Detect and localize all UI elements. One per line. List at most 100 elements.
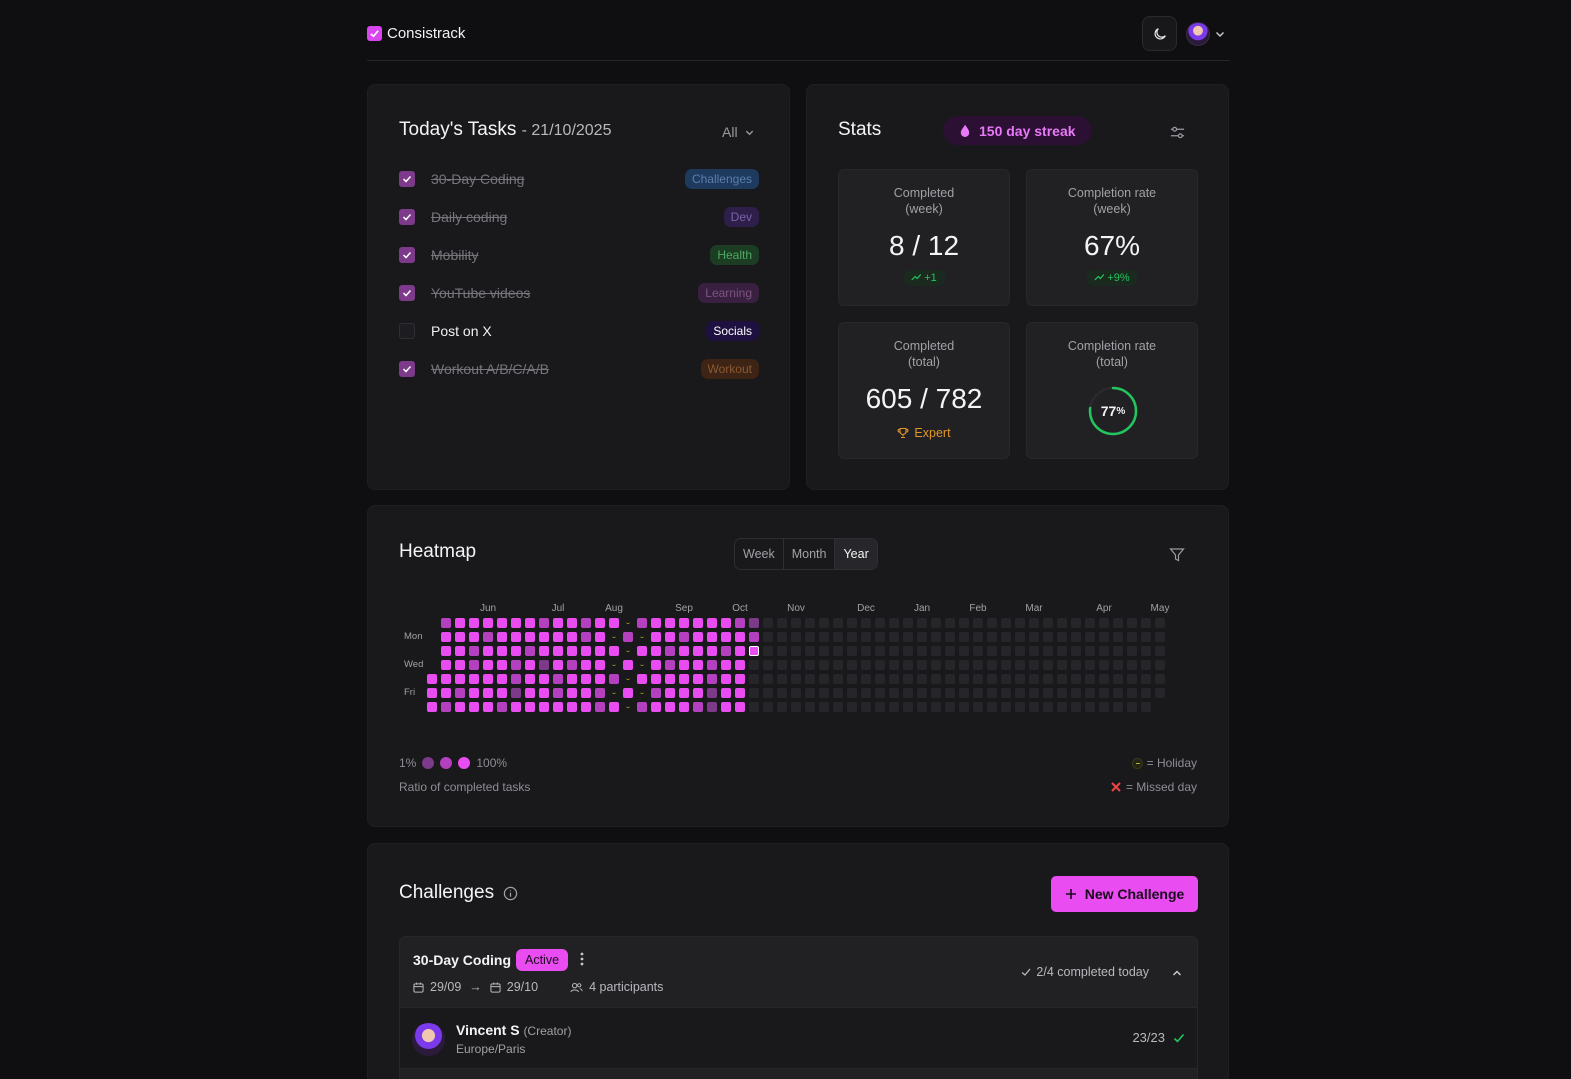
heatmap-day[interactable] (791, 674, 801, 684)
heatmap-day[interactable] (665, 632, 675, 642)
heatmap-day[interactable] (987, 688, 997, 698)
heatmap-day[interactable] (889, 632, 899, 642)
heatmap-day[interactable] (567, 646, 577, 656)
heatmap-day[interactable] (1029, 674, 1039, 684)
heatmap-day[interactable] (469, 702, 479, 712)
task-filter-dropdown[interactable]: All (722, 124, 755, 140)
heatmap-day[interactable] (679, 702, 689, 712)
heatmap-day[interactable] (427, 674, 437, 684)
heatmap-day[interactable] (1015, 632, 1025, 642)
heatmap-day[interactable] (931, 702, 941, 712)
heatmap-day[interactable] (945, 632, 955, 642)
heatmap-day[interactable] (945, 674, 955, 684)
heatmap-day[interactable] (945, 702, 955, 712)
heatmap-day[interactable] (441, 632, 451, 642)
heatmap-day[interactable] (637, 646, 647, 656)
heatmap-day[interactable] (805, 660, 815, 670)
range-year-tab[interactable]: Year (835, 539, 877, 569)
heatmap-day[interactable] (497, 618, 507, 628)
heatmap-day[interactable] (1085, 618, 1095, 628)
heatmap-day[interactable] (1099, 618, 1109, 628)
heatmap-filter-button[interactable] (1169, 547, 1185, 568)
task-checkbox[interactable] (399, 323, 415, 339)
heatmap-day[interactable] (581, 702, 591, 712)
heatmap-day[interactable] (679, 688, 689, 698)
heatmap-day[interactable] (581, 646, 591, 656)
theme-toggle-button[interactable] (1142, 16, 1177, 51)
heatmap-day[interactable] (1113, 688, 1123, 698)
heatmap-day[interactable] (651, 674, 661, 684)
heatmap-day[interactable] (735, 618, 745, 628)
task-row[interactable]: Daily coding Dev (399, 206, 759, 228)
heatmap-day[interactable] (1113, 646, 1123, 656)
heatmap-day[interactable] (931, 632, 941, 642)
heatmap-day[interactable] (483, 660, 493, 670)
heatmap-day[interactable] (791, 688, 801, 698)
heatmap-day[interactable] (553, 632, 563, 642)
heatmap-day[interactable] (917, 688, 927, 698)
heatmap-day[interactable] (1071, 702, 1081, 712)
heatmap-day[interactable] (973, 646, 983, 656)
heatmap-holiday[interactable] (612, 688, 616, 694)
heatmap-day[interactable] (889, 688, 899, 698)
heatmap-day[interactable] (693, 688, 703, 698)
heatmap-day[interactable] (763, 646, 773, 656)
heatmap-day[interactable] (567, 618, 577, 628)
heatmap-day[interactable] (1085, 674, 1095, 684)
heatmap-day[interactable] (959, 632, 969, 642)
heatmap-day[interactable] (1057, 674, 1067, 684)
heatmap-day[interactable] (805, 702, 815, 712)
heatmap-day[interactable] (665, 688, 675, 698)
heatmap-day[interactable] (679, 646, 689, 656)
heatmap-day[interactable] (469, 618, 479, 628)
heatmap-day[interactable] (749, 688, 759, 698)
heatmap-day[interactable] (959, 646, 969, 656)
heatmap-day[interactable] (763, 674, 773, 684)
heatmap-day[interactable] (959, 618, 969, 628)
heatmap-day[interactable] (693, 660, 703, 670)
heatmap-day[interactable] (581, 618, 591, 628)
heatmap-day[interactable] (679, 618, 689, 628)
heatmap-day[interactable] (1099, 702, 1109, 712)
heatmap-day[interactable] (903, 660, 913, 670)
heatmap-day[interactable] (987, 618, 997, 628)
heatmap-day[interactable] (511, 618, 521, 628)
heatmap-day[interactable] (609, 618, 619, 628)
heatmap-day[interactable] (1099, 674, 1109, 684)
heatmap-holiday[interactable] (640, 688, 644, 694)
heatmap-day[interactable] (959, 688, 969, 698)
heatmap-day[interactable] (721, 646, 731, 656)
heatmap-day[interactable] (455, 632, 465, 642)
heatmap-day[interactable] (749, 660, 759, 670)
heatmap-day[interactable] (777, 674, 787, 684)
heatmap-day[interactable] (483, 688, 493, 698)
heatmap-day[interactable] (791, 702, 801, 712)
info-icon[interactable] (503, 886, 518, 901)
heatmap-day[interactable] (833, 702, 843, 712)
heatmap-day[interactable] (497, 646, 507, 656)
heatmap-day[interactable] (735, 674, 745, 684)
new-challenge-button[interactable]: New Challenge (1051, 876, 1198, 912)
heatmap-day[interactable] (665, 660, 675, 670)
heatmap-day[interactable] (441, 688, 451, 698)
heatmap-day[interactable] (1141, 646, 1151, 656)
heatmap-day[interactable] (1127, 632, 1137, 642)
heatmap-day[interactable] (1001, 618, 1011, 628)
heatmap-day[interactable] (945, 688, 955, 698)
heatmap-day[interactable] (539, 674, 549, 684)
heatmap-day[interactable] (763, 660, 773, 670)
heatmap-holiday[interactable] (626, 674, 630, 680)
task-row[interactable]: Post on X Socials (399, 320, 759, 342)
brand[interactable]: Consistrack (367, 25, 465, 42)
heatmap-day[interactable] (1071, 660, 1081, 670)
heatmap-day[interactable] (1015, 660, 1025, 670)
heatmap-day[interactable] (595, 674, 605, 684)
heatmap-holiday[interactable] (640, 632, 644, 638)
heatmap-day[interactable] (1127, 618, 1137, 628)
heatmap-day[interactable] (1099, 660, 1109, 670)
heatmap-day[interactable] (1043, 660, 1053, 670)
heatmap-day[interactable] (595, 660, 605, 670)
heatmap-day[interactable] (539, 646, 549, 656)
heatmap-day[interactable] (903, 688, 913, 698)
heatmap-day[interactable] (1029, 702, 1039, 712)
